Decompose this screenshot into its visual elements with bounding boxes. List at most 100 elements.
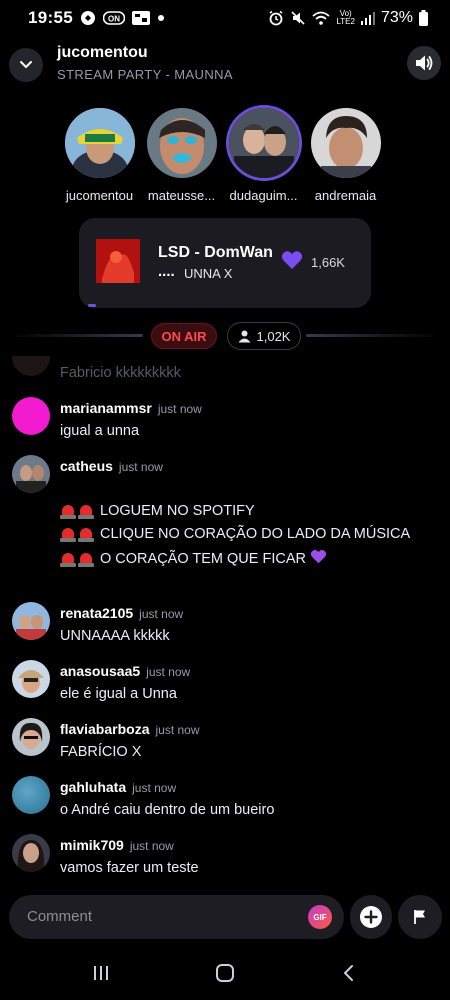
username[interactable]: mimik709	[60, 837, 124, 853]
username[interactable]: marianammsr	[60, 400, 152, 416]
purple-heart-icon	[310, 549, 327, 568]
message-text: O CORAÇÃO TEM QUE FICAR	[100, 550, 306, 567]
status-bar: 19:55 ON Vo) LTE2 73%	[0, 0, 450, 36]
timestamp: just now	[155, 723, 200, 737]
avatar	[310, 108, 381, 178]
heart-icon[interactable]	[281, 250, 303, 275]
message-line: CLIQUE NO CORAÇÃO DO LADO DA MÚSICA	[60, 526, 410, 542]
avatar	[228, 108, 299, 178]
participant-name: andremaia	[314, 188, 377, 203]
collapse-button[interactable]	[9, 48, 43, 82]
username[interactable]: anasousaa5	[60, 663, 140, 679]
avatar[interactable]	[12, 718, 50, 756]
participant[interactable]: mateusse...	[146, 108, 217, 203]
username[interactable]: renata2105	[60, 605, 133, 621]
card-indicator	[88, 304, 96, 307]
plus-icon	[360, 906, 382, 928]
siren-icon	[60, 551, 76, 567]
system-nav-bar	[0, 950, 450, 1000]
siren-icon	[78, 503, 94, 519]
add-button[interactable]	[350, 895, 392, 939]
song-title: LSD - DomWan	[158, 244, 273, 261]
siren-icon	[60, 526, 76, 542]
artist-name: UNNA X	[184, 266, 233, 281]
header: jucomentou STREAM PARTY - MAUNNA	[0, 44, 450, 88]
svg-text:ON: ON	[108, 15, 120, 24]
wifi-icon	[312, 10, 331, 26]
now-playing-card[interactable]: LSD - DomWan .... UNNA X 1,66K	[79, 218, 371, 308]
dot-icon	[157, 14, 165, 22]
participant[interactable]: andremaia	[310, 108, 381, 203]
timestamp: just now	[129, 839, 174, 853]
status-time: 19:55	[28, 8, 73, 27]
notification-icon	[80, 10, 96, 26]
timestamp: just now	[157, 402, 202, 416]
avatar	[64, 108, 135, 178]
faded-message: Fabricio kkkkkkkkk	[60, 365, 181, 381]
participant-name: mateusse...	[147, 188, 216, 203]
siren-icon	[78, 551, 94, 567]
participants-row: jucomentou mateusse... dudaguim... andre…	[64, 108, 381, 203]
timestamp: just now	[118, 460, 163, 474]
siren-icon	[78, 526, 94, 542]
timestamp: just now	[146, 665, 191, 679]
divider	[306, 334, 441, 337]
avatar[interactable]	[12, 602, 50, 640]
message-text: igual a unna	[60, 423, 140, 439]
message-text: vamos fazer um teste	[60, 860, 199, 876]
avatar[interactable]	[12, 455, 50, 493]
viewers-badge: 1,02K	[227, 322, 301, 350]
recent-apps-icon[interactable]	[91, 963, 111, 988]
album-cover	[96, 239, 140, 283]
gif-button[interactable]: GIF	[308, 905, 332, 929]
back-icon[interactable]	[339, 963, 359, 988]
timestamp: just now	[139, 607, 184, 621]
participant[interactable]: dudaguim...	[228, 108, 299, 203]
participant[interactable]: jucomentou	[64, 108, 135, 203]
message-line: LOGUEM NO SPOTIFY	[60, 503, 255, 519]
viewers-count: 1,02K	[256, 328, 291, 344]
chat-list[interactable]: Fabricio kkkkkkkkk marianammsr just now i…	[0, 356, 450, 886]
username[interactable]: flaviabarboza	[60, 721, 149, 737]
avatar[interactable]	[12, 776, 50, 814]
message-line: O CORAÇÃO TEM QUE FICAR	[60, 549, 327, 568]
page-subtitle: STREAM PARTY - MAUNNA	[57, 67, 233, 82]
report-button[interactable]	[398, 895, 442, 939]
speaker-icon	[416, 55, 433, 71]
message-text: CLIQUE NO CORAÇÃO DO LADO DA MÚSICA	[100, 526, 411, 542]
artist-prefix: ....	[158, 263, 175, 280]
flag-icon	[414, 910, 425, 924]
message-text: LOGUEM NO SPOTIFY	[100, 503, 255, 519]
comment-input[interactable]: Comment GIF	[9, 895, 344, 939]
avatar[interactable]	[12, 660, 50, 698]
likes-count: 1,66K	[311, 255, 345, 270]
on-air-badge: ON AIR	[151, 323, 217, 349]
timestamp: just now	[132, 781, 177, 795]
message-text: o André caiu dentro de um bueiro	[60, 802, 275, 818]
username[interactable]: gahluhata	[60, 779, 126, 795]
on-icon: ON	[102, 10, 125, 26]
divider	[8, 334, 143, 337]
alarm-icon	[268, 10, 284, 26]
volume-button[interactable]	[407, 46, 441, 80]
signal-icon	[360, 11, 375, 25]
message-text: FABRÍCIO X	[60, 744, 142, 760]
app-icon	[131, 10, 150, 26]
participant-name: dudaguim...	[229, 188, 298, 203]
message-text: UNNAAAA kkkkk	[60, 628, 170, 644]
page-title: jucomentou	[57, 44, 148, 61]
person-icon	[238, 330, 250, 342]
battery-percent: 73%	[380, 9, 413, 26]
participant-name: jucomentou	[65, 188, 134, 203]
home-icon[interactable]	[214, 962, 236, 989]
avatar[interactable]	[12, 834, 50, 872]
comment-placeholder: Comment	[27, 908, 93, 925]
chevron-down-icon	[20, 61, 32, 68]
lte-label: Vo) LTE2	[336, 9, 355, 26]
username[interactable]: catheus	[60, 458, 113, 474]
battery-icon	[419, 10, 428, 26]
avatar	[146, 108, 217, 178]
mute-icon	[290, 10, 306, 26]
siren-icon	[60, 503, 76, 519]
avatar[interactable]	[12, 397, 50, 435]
